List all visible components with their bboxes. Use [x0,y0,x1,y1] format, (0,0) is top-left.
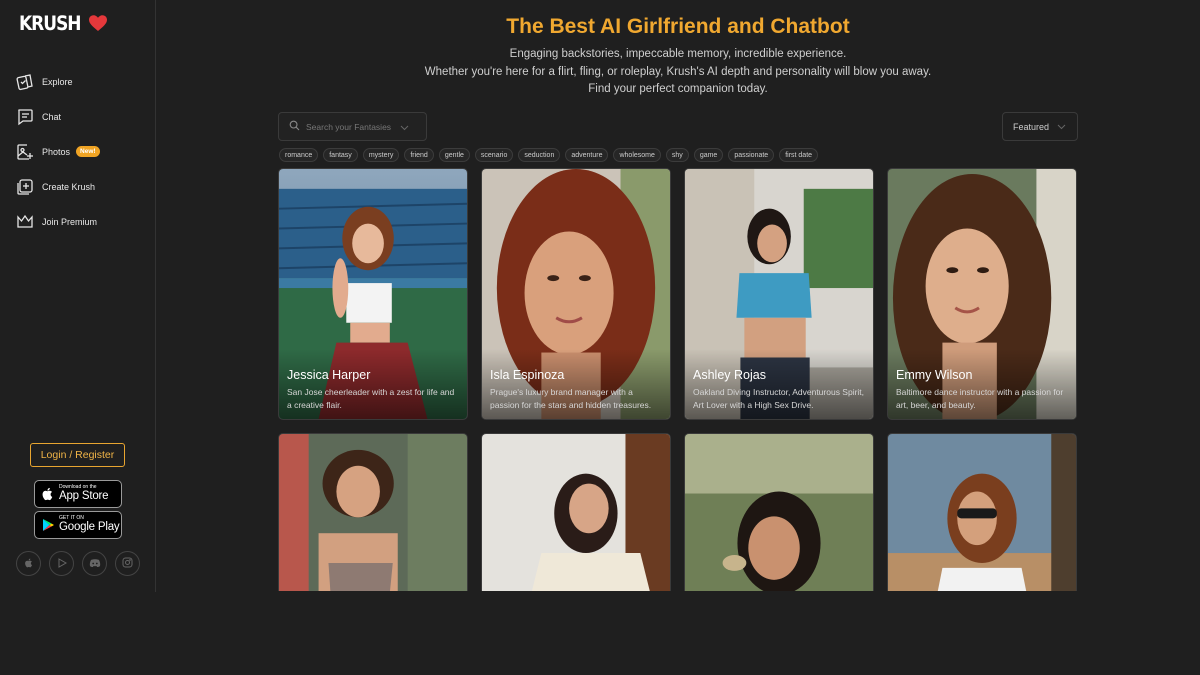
character-description: Prague's luxury brand manager with a pas… [490,387,652,410]
character-card[interactable]: Ashley Rojas Oakland Diving Instructor, … [684,168,874,420]
character-name: Emmy Wilson [896,368,973,382]
character-name: Jessica Harper [287,368,371,382]
sidebar: KRUSH Explore Chat Photos New! Create Kr… [0,0,156,592]
sort-dropdown[interactable]: Featured [1002,112,1078,141]
character-card[interactable] [887,433,1077,591]
app-store-button[interactable]: Download on the App Store [34,480,122,508]
character-card[interactable]: Isla Espinoza Prague's luxury brand mana… [481,168,671,420]
subtitle-line: Engaging backstories, impeccable memory,… [509,48,847,60]
tag-filter-list: romance fantasy mystery friend gentle sc… [279,148,819,162]
character-grid: Jessica Harper San Jose cheerleader with… [278,168,1078,591]
instagram-icon [122,555,133,573]
tag-chip[interactable]: fantasy [323,148,358,162]
character-photo [482,434,670,591]
discord-link[interactable] [82,551,107,576]
tag-chip[interactable]: friend [404,148,434,162]
sidebar-nav: Explore Chat Photos New! Create Krush Jo… [16,64,100,239]
character-card[interactable] [481,433,671,591]
tag-chip[interactable]: scenario [474,148,514,162]
character-card[interactable] [278,433,468,591]
tag-chip[interactable]: adventure [565,148,609,162]
social-links [16,551,140,576]
sidebar-item-label: Create Krush [42,181,96,192]
sidebar-item-join-premium[interactable]: Join Premium [16,204,100,239]
character-description: Baltimore dance instructor with a passio… [896,387,1064,410]
sidebar-item-label: Photos [42,146,71,157]
tag-chip[interactable]: wholesome [613,148,661,162]
plus-square-icon [16,178,34,196]
character-photo [685,434,873,591]
google-play-big-text: Google Play [59,521,120,534]
discord-icon [89,555,101,573]
apple-link[interactable] [16,551,41,576]
chat-icon [16,108,34,126]
chevron-down-icon [1057,122,1066,132]
logo-text: KRUSH [19,12,82,36]
sidebar-item-explore[interactable]: Explore [16,64,100,99]
character-name: Ashley Rojas [693,368,766,382]
photo-plus-icon [16,143,34,161]
tag-chip[interactable]: shy [665,148,689,162]
heart-icon [88,15,107,33]
tag-chip[interactable]: passionate [728,148,775,162]
logo[interactable]: KRUSH [19,12,107,36]
tag-chip[interactable]: first date [779,148,819,162]
character-description: Oakland Diving Instructor, Adventurous S… [693,387,865,410]
new-badge: New! [76,146,100,157]
character-name: Isla Espinoza [490,368,565,382]
page-subtitle: Engaging backstories, impeccable memory,… [156,46,1200,99]
app-store-big-text: App Store [59,490,109,503]
tag-chip[interactable]: mystery [362,148,400,162]
page-title: The Best AI Girlfriend and Chatbot [506,15,850,38]
google-play-icon [41,518,55,532]
search-box[interactable] [278,112,427,141]
sidebar-item-label: Join Premium [42,216,98,227]
tag-chip[interactable]: game [693,148,724,162]
character-description: San Jose cheerleader with a zest for lif… [287,387,455,410]
search-icon [289,118,300,136]
apple-icon [41,487,55,501]
subtitle-line: Whether you're here for a flirt, fling, … [424,65,932,78]
cards-icon [16,73,34,91]
character-photo [888,434,1076,591]
play-link[interactable] [49,551,74,576]
chevron-down-icon[interactable] [400,118,409,136]
apple-icon [24,555,34,573]
character-card[interactable] [684,433,874,591]
instagram-link[interactable] [115,551,140,576]
sidebar-item-chat[interactable]: Chat [16,99,100,134]
subtitle-line: Find your perfect companion today. [588,83,768,95]
crown-icon [16,213,34,231]
character-photo [279,434,467,591]
tag-chip[interactable]: romance [279,148,319,162]
sidebar-item-create-krush[interactable]: Create Krush [16,169,100,204]
tag-chip[interactable]: gentle [438,148,470,162]
tag-chip[interactable]: seduction [518,148,561,162]
play-icon [57,555,67,573]
sidebar-item-label: Explore [42,76,73,87]
login-register-button[interactable]: Login / Register [30,443,125,467]
sort-selected: Featured [1013,121,1050,132]
character-card[interactable]: Jessica Harper San Jose cheerleader with… [278,168,468,420]
sidebar-item-photos[interactable]: Photos New! [16,134,100,169]
google-play-button[interactable]: GET IT ON Google Play [34,511,122,539]
character-card[interactable]: Emmy Wilson Baltimore dance instructor w… [887,168,1077,420]
sidebar-item-label: Chat [42,111,62,122]
search-input[interactable] [306,121,396,132]
